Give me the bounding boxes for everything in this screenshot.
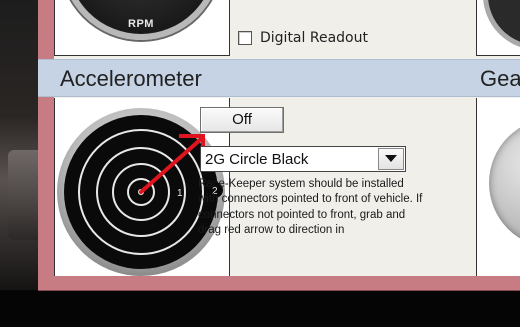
orientation-instructions: Race-Keeper system should be installed w… (198, 178, 423, 236)
gear-section-title: Gea (480, 66, 520, 91)
gauge-style-select[interactable]: 2G Circle Black (200, 146, 406, 172)
rpm-label: RPM (128, 18, 154, 30)
digital-readout-checkbox[interactable] (238, 31, 252, 45)
rpm-gauge-cell: RPM (54, 0, 230, 56)
rpm-gauge: RPM (61, 0, 221, 40)
gear-gauge-cell (476, 98, 520, 276)
right-gauge-cell-top (476, 0, 520, 56)
background-photo (0, 0, 40, 290)
chevron-down-icon[interactable] (378, 148, 404, 170)
ring-label-1: 1 (177, 188, 183, 199)
background-object (8, 150, 38, 240)
digital-readout-option[interactable]: Digital Readout (238, 30, 368, 46)
background-bottom (0, 290, 520, 327)
gear-gauge (489, 118, 520, 248)
gauge-style-value: 2G Circle Black (205, 150, 309, 168)
accelerometer-section-title: Accelerometer (60, 66, 202, 91)
right-gauge-top (483, 0, 520, 50)
section-header-bar: Accelerometer Gea (38, 59, 520, 97)
off-button[interactable]: Off (200, 107, 284, 133)
digital-readout-label: Digital Readout (260, 30, 368, 46)
